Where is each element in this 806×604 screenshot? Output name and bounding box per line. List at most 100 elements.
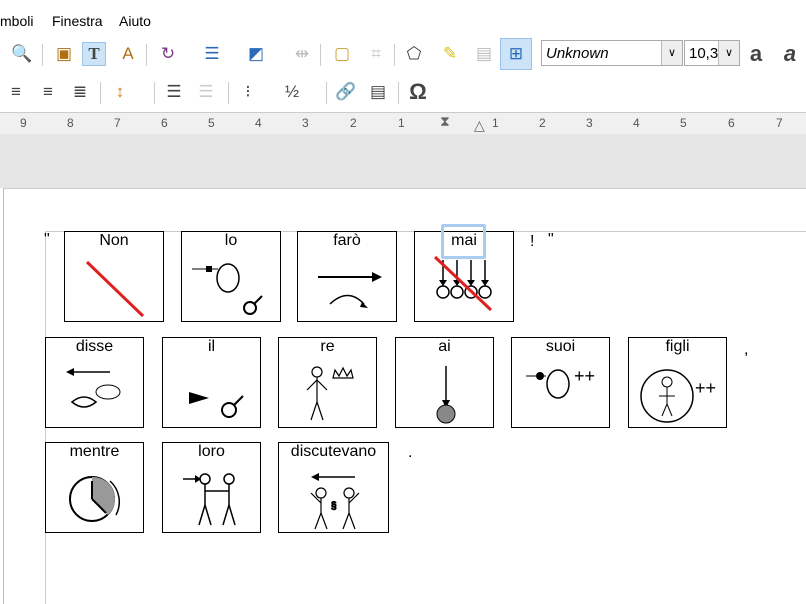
- special-character-icon[interactable]: Ω: [406, 79, 430, 104]
- line-spacing-icon[interactable]: ↕: [108, 80, 132, 104]
- zoom-icon[interactable]: 🔍: [10, 42, 34, 66]
- they-people-icon: [183, 473, 236, 526]
- svg-text:§: §: [331, 501, 337, 512]
- ruler-tick-label: 5: [680, 116, 687, 130]
- fontwork-icon[interactable]: A: [116, 42, 140, 66]
- ruler-tick-label: 9: [20, 116, 27, 130]
- arrange-icon[interactable]: ◩: [244, 42, 268, 66]
- symbol-word: farò: [333, 232, 361, 249]
- comma: ,: [744, 341, 749, 358]
- symbol-card-re[interactable]: re: [278, 337, 377, 428]
- font-name-combo[interactable]: Unknown ∨: [541, 40, 683, 66]
- text-box-icon[interactable]: T: [82, 42, 106, 66]
- ruler-tick-label: 1: [492, 116, 499, 130]
- fields-icon[interactable]: ▤: [366, 80, 390, 104]
- left-indent-marker[interactable]: △: [474, 117, 485, 134]
- symbol-word: mentre: [69, 443, 120, 460]
- bullets-icon[interactable]: ⁝: [236, 80, 260, 104]
- symbol-card-lo[interactable]: lo: [181, 231, 281, 322]
- negation-line-icon: [85, 260, 145, 318]
- ruler-tick-label: 3: [586, 116, 593, 130]
- child-plural-icon: ++: [640, 369, 716, 423]
- say-mouth-icon: [66, 368, 121, 408]
- toggle-extrusion-icon[interactable]: ⊞: [500, 38, 532, 70]
- ruler-tick-label: 8: [67, 116, 74, 130]
- chevron-down-icon[interactable]: ∨: [661, 41, 682, 65]
- menu-finestra[interactable]: Finestra: [52, 13, 103, 29]
- symbol-card-faro[interactable]: farò: [297, 231, 397, 322]
- toolbar-formatting: ≡ ≡ ≣ ↕ ☰ ☰ ⁝ ½ 🔗 ▤ Ω: [0, 74, 806, 110]
- svg-text:++: ++: [695, 378, 716, 398]
- symbol-card-loro[interactable]: loro: [162, 442, 261, 533]
- ruler-tick-label: 4: [633, 116, 640, 130]
- font-name-value: Unknown: [546, 45, 609, 62]
- decrease-spacing-icon[interactable]: ☰: [194, 80, 218, 104]
- italic-icon[interactable]: a: [778, 41, 802, 66]
- svg-text:++: ++: [574, 366, 595, 386]
- ruler-tick-label: 1: [398, 116, 405, 130]
- chevron-down-icon[interactable]: ∨: [718, 41, 739, 65]
- numbering-icon[interactable]: ½: [280, 80, 304, 104]
- symbol-word: re: [320, 338, 335, 355]
- symbol-card-il[interactable]: il: [162, 337, 261, 428]
- symbol-word: lo: [224, 232, 238, 249]
- text-cursor-highlight: [441, 224, 486, 259]
- ruler-tick-label: 6: [161, 116, 168, 130]
- indent-marker[interactable]: ⧗: [440, 113, 454, 133]
- font-size-value: 10,3: [689, 45, 719, 62]
- symbol-word: Non: [99, 232, 129, 249]
- symbol-word: ai: [438, 338, 451, 355]
- distribute-icon[interactable]: ⇹: [290, 42, 314, 66]
- symbol-card-figli[interactable]: figli ++: [628, 337, 727, 428]
- menu-aiuto[interactable]: Aiuto: [119, 13, 151, 29]
- symbol-card-non[interactable]: Non: [64, 231, 164, 322]
- ruler-tick-label: 5: [208, 116, 215, 130]
- symbol-card-ai[interactable]: ai: [395, 337, 494, 428]
- ruler-tick-label: 7: [776, 116, 783, 130]
- exclamation: !: [530, 233, 535, 250]
- ruler-tick-label: 4: [255, 116, 262, 130]
- workspace-background: [0, 134, 806, 188]
- his-plural-icon: ++: [526, 366, 595, 399]
- symbol-card-suoi[interactable]: suoi ++: [511, 337, 610, 428]
- symbol-word: il: [207, 338, 216, 355]
- symbol-card-disse[interactable]: disse: [45, 337, 144, 428]
- while-clock-icon: [69, 476, 121, 522]
- shadow-icon[interactable]: ▢: [330, 42, 354, 66]
- symbol-word: suoi: [545, 338, 576, 355]
- king-figure-icon: [306, 366, 354, 421]
- future-arrow-icon: [318, 272, 382, 308]
- font-size-combo[interactable]: 10,3 ∨: [684, 40, 740, 66]
- symbol-card-discutevano[interactable]: discutevano §: [278, 442, 389, 533]
- hyperlink-icon[interactable]: 🔗: [334, 80, 358, 104]
- increase-spacing-icon[interactable]: ☰: [162, 80, 186, 104]
- quote-close: ": [548, 231, 554, 248]
- object-icon[interactable]: ▤: [472, 42, 496, 66]
- highlight-icon[interactable]: ✎: [438, 42, 462, 66]
- align-center-icon[interactable]: ≡: [4, 80, 28, 104]
- menu-bar: mboli Finestra Aiuto: [0, 0, 806, 40]
- symbol-word: disse: [75, 338, 114, 355]
- symbol-word: figli: [665, 338, 690, 355]
- toolbar-drawing: 🔍 ▣ T A ↻ ☰ ◩ ⇹ ▢ ⌗ ⬠ ✎ ▤ ⊞ Unknown ∨ 10,…: [0, 36, 806, 72]
- align-icon[interactable]: ☰: [200, 42, 224, 66]
- symbol-word: loro: [198, 443, 225, 460]
- discuss-people-icon: §: [310, 473, 360, 530]
- horizontal-ruler[interactable]: 9 8 7 6 5 4 3 2 1 1 2 3 4 5 6 7 ⧗ △: [0, 112, 806, 136]
- rotate-icon[interactable]: ↻: [156, 42, 180, 66]
- symbol-card-mentre[interactable]: mentre: [45, 442, 144, 533]
- ruler-tick-label: 6: [728, 116, 735, 130]
- justify-icon[interactable]: ≣: [68, 80, 92, 104]
- points-icon[interactable]: ⬠: [402, 42, 426, 66]
- bold-icon[interactable]: a: [744, 41, 768, 66]
- crop-icon[interactable]: ⌗: [364, 42, 388, 66]
- ruler-tick-label: 3: [302, 116, 309, 130]
- ruler-tick-label: 2: [539, 116, 546, 130]
- to-ball-icon: [436, 366, 456, 424]
- ruler-tick-label: 2: [350, 116, 357, 130]
- period: .: [408, 444, 413, 461]
- align-right-icon[interactable]: ≡: [36, 80, 60, 104]
- menu-simboli[interactable]: mboli: [0, 13, 33, 29]
- image-icon[interactable]: ▣: [52, 42, 76, 66]
- object-male-icon: [192, 263, 263, 315]
